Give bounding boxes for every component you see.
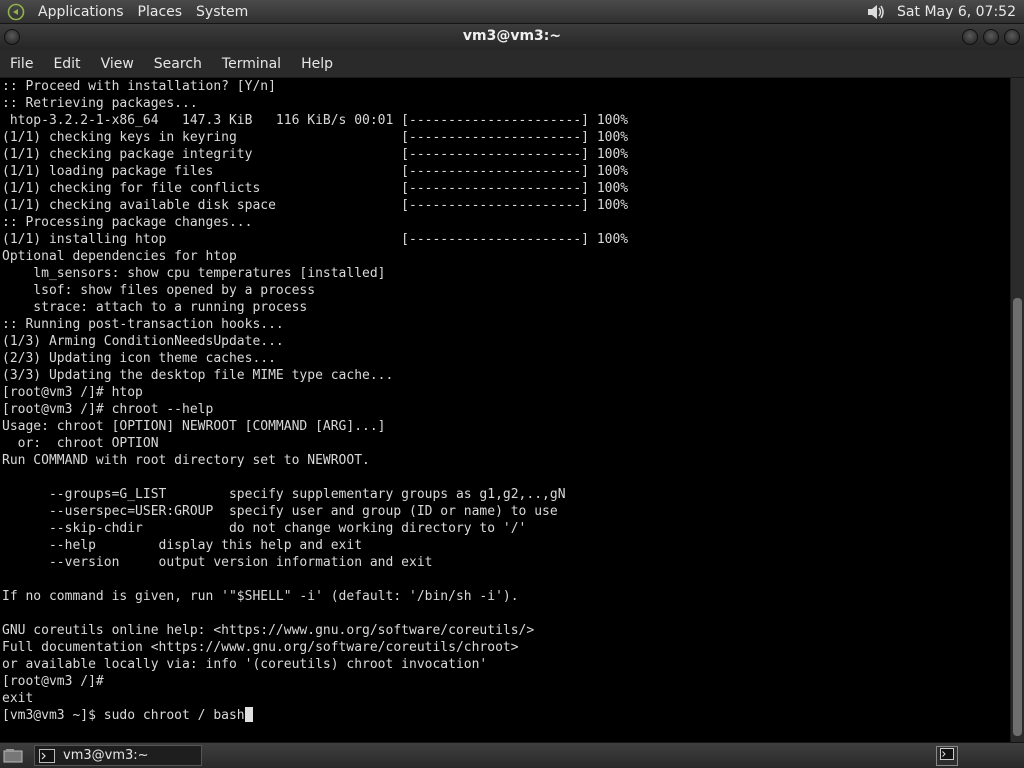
- menu-edit[interactable]: Edit: [43, 56, 90, 72]
- terminal-line: [root@vm3 /]#: [2, 674, 104, 689]
- terminal-line: strace: attach to a running process: [2, 300, 308, 315]
- window-titlebar[interactable]: vm3@vm3:~: [0, 24, 1024, 50]
- terminal-line: (1/1) installing htop [-----------------…: [2, 232, 629, 247]
- terminal-text: :: Proceed with installation? [Y/n] :: R…: [0, 78, 1010, 724]
- terminal-cursor: [244, 707, 253, 722]
- terminal-line: Full documentation <https://www.gnu.org/…: [2, 640, 519, 655]
- terminal-line: [root@vm3 /]# htop: [2, 385, 143, 400]
- terminal-line: :: Retrieving packages...: [2, 96, 198, 111]
- minimize-button[interactable]: [962, 29, 978, 45]
- terminal-line: [root@vm3 /]# chroot --help: [2, 402, 214, 417]
- maximize-button[interactable]: [983, 29, 999, 45]
- terminal-line: htop-3.2.2-1-x86_64 147.3 KiB 116 KiB/s …: [2, 113, 629, 128]
- terminal-line: :: Processing package changes...: [2, 215, 253, 230]
- places-menu[interactable]: Places: [132, 4, 191, 20]
- terminal-line: GNU coreutils online help: <https://www.…: [2, 623, 535, 638]
- terminal-prompt-line: [vm3@vm3 ~]$ sudo chroot / bash: [2, 708, 245, 723]
- terminal-line: (1/3) Arming ConditionNeedsUpdate...: [2, 334, 284, 349]
- gnome-foot-icon[interactable]: [6, 2, 26, 22]
- terminal-line: lsof: show files opened by a process: [2, 283, 316, 298]
- terminal-line: --userspec=USER:GROUP specify user and g…: [2, 504, 558, 519]
- menu-search[interactable]: Search: [144, 56, 212, 72]
- top-panel: Applications Places System Sat May 6, 07…: [0, 0, 1024, 24]
- terminal-line: (1/1) checking for file conflicts [-----…: [2, 181, 629, 196]
- applications-menu[interactable]: Applications: [32, 4, 132, 20]
- menu-help[interactable]: Help: [291, 56, 343, 72]
- terminal-line: exit: [2, 691, 34, 706]
- workspace-switcher[interactable]: [936, 746, 958, 766]
- terminal-line: --groups=G_LIST specify supplementary gr…: [2, 487, 566, 502]
- bottom-panel: vm3@vm3:~: [0, 742, 1024, 768]
- terminal-line: Optional dependencies for htop: [2, 249, 237, 264]
- window-title: vm3@vm3:~: [462, 28, 562, 44]
- terminal-icon: [39, 748, 55, 763]
- terminal-line: (1/1) checking keys in keyring [--------…: [2, 130, 629, 145]
- terminal-line: :: Proceed with installation? [Y/n]: [2, 79, 276, 94]
- terminal-line: --version output version information and…: [2, 555, 433, 570]
- terminal-output-area[interactable]: :: Proceed with installation? [Y/n] :: R…: [0, 78, 1010, 742]
- terminal-line: (1/1) loading package files [-----------…: [2, 164, 629, 179]
- menu-terminal[interactable]: Terminal: [212, 56, 291, 72]
- close-button[interactable]: [1004, 29, 1020, 45]
- clock[interactable]: Sat May 6, 07:52: [891, 4, 1024, 20]
- terminal-line: (1/1) checking package integrity [------…: [2, 147, 629, 162]
- terminal-line: (3/3) Updating the desktop file MIME typ…: [2, 368, 394, 383]
- terminal-line: --skip-chdir do not change working direc…: [2, 521, 527, 536]
- terminal-line: --help display this help and exit: [2, 538, 363, 553]
- terminal-line: (2/3) Updating icon theme caches...: [2, 351, 276, 366]
- taskbar-window-label: vm3@vm3:~: [63, 748, 149, 763]
- terminal-line: lm_sensors: show cpu temperatures [insta…: [2, 266, 386, 281]
- terminal-line: If no command is given, run '"$SHELL" -i…: [2, 589, 519, 604]
- terminal-line: or available locally via: info '(coreuti…: [2, 657, 488, 672]
- taskbar-window-button[interactable]: vm3@vm3:~: [34, 745, 202, 766]
- scrollbar-thumb[interactable]: [1013, 298, 1022, 736]
- terminal-icon: [940, 748, 954, 764]
- show-desktop-icon[interactable]: [2, 747, 24, 765]
- terminal-line: Run COMMAND with root directory set to N…: [2, 453, 370, 468]
- terminal-scrollbar[interactable]: [1010, 78, 1024, 742]
- terminal-menubar: File Edit View Search Terminal Help: [0, 50, 1024, 78]
- terminal-line: (1/1) checking available disk space [---…: [2, 198, 629, 213]
- terminal-line: Usage: chroot [OPTION] NEWROOT [COMMAND …: [2, 419, 386, 434]
- menu-file[interactable]: File: [0, 56, 43, 72]
- speaker-icon[interactable]: [865, 2, 887, 22]
- terminal-line: :: Running post-transaction hooks...: [2, 317, 284, 332]
- terminal-line: or: chroot OPTION: [2, 436, 159, 451]
- menu-view[interactable]: View: [91, 56, 144, 72]
- system-menu[interactable]: System: [190, 4, 256, 20]
